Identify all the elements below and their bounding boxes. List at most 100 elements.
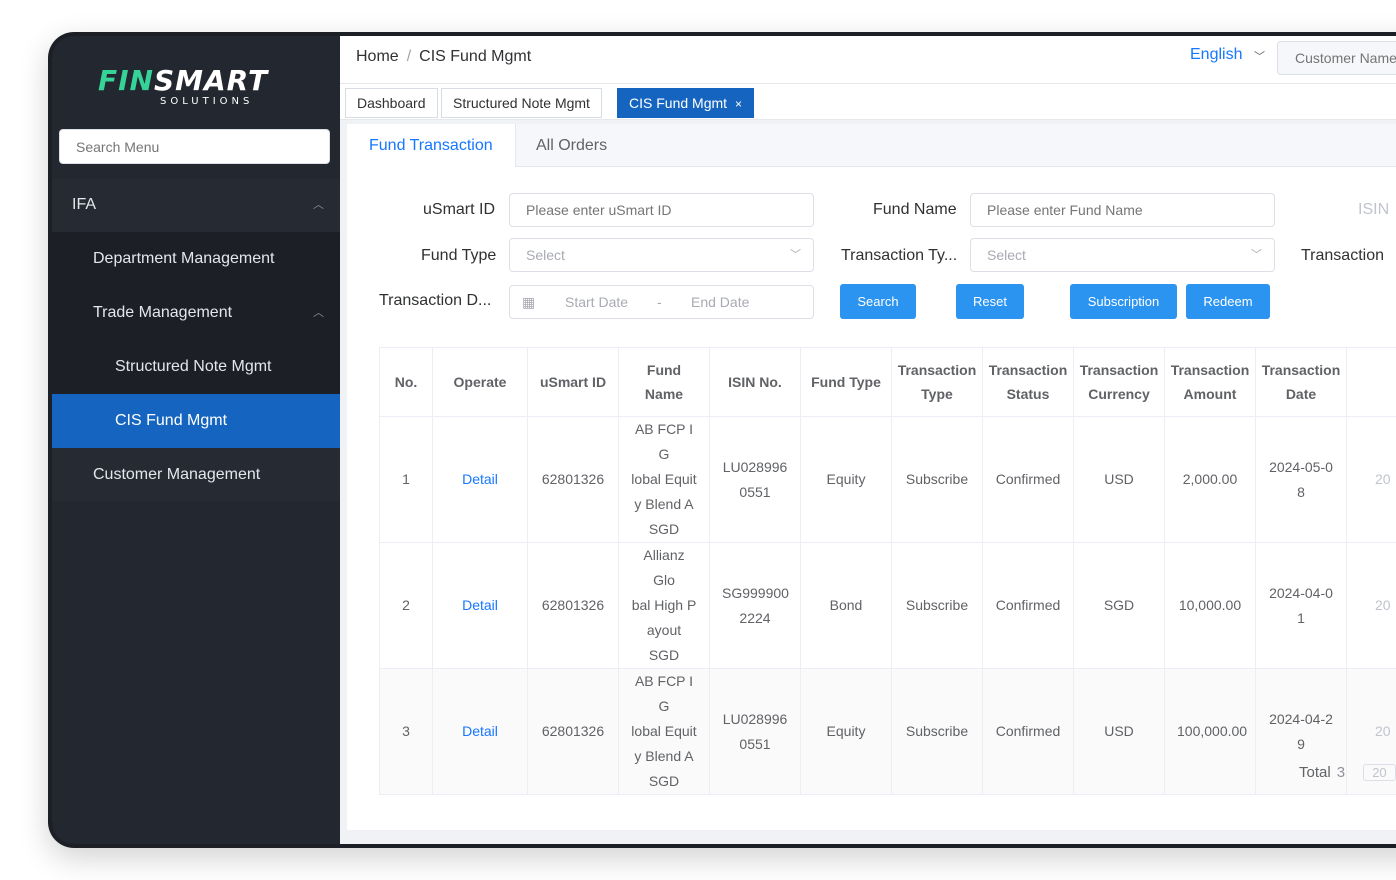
cell-date: 2024-04-0 1 (1255, 542, 1347, 669)
cell-operate: Detail (432, 416, 528, 543)
tab-label: Structured Note Mgmt (453, 95, 590, 111)
cell-extra: 20 (1346, 542, 1396, 669)
breadcrumb-home[interactable]: Home (356, 48, 399, 65)
column-header-isin: ISIN No. (709, 347, 801, 417)
tab-label: CIS Fund Mgmt (629, 95, 728, 111)
reset-button[interactable]: Reset (956, 284, 1024, 319)
cell-operate: Detail (432, 668, 528, 795)
transaction-type-select[interactable]: Select ﹀ (970, 238, 1275, 272)
sidebar-item-label: Trade Management (93, 304, 233, 321)
column-header-fund-type: Fund Type (800, 347, 892, 417)
cell-fund-type: Equity (800, 416, 892, 543)
start-date-input[interactable]: Start Date (565, 286, 628, 318)
tab-dashboard[interactable]: Dashboard (345, 88, 438, 118)
sidebar-item-department-management[interactable]: Department Management (52, 232, 340, 286)
cell-amount: 2,000.00 (1164, 416, 1256, 543)
cell-usmart-id: 62801326 (527, 542, 619, 669)
cell-fund-type: Equity (800, 668, 892, 795)
chevron-down-icon: ﹀ (1251, 249, 1262, 261)
usmart-id-input[interactable] (509, 193, 814, 227)
search-menu-input[interactable] (59, 129, 330, 164)
cell-amount: 10,000.00 (1164, 542, 1256, 669)
sidebar-item-label: Department Management (93, 250, 275, 267)
close-icon[interactable]: × (735, 97, 742, 111)
pagination-total: Total 3 20 (1299, 764, 1396, 781)
main-area: Home / CIS Fund Mgmt English ﹀ Dashboard S… (340, 36, 1396, 844)
cell-transaction-type: Subscribe (891, 542, 983, 669)
sidebar: FINSMART SOLUTIONS IFA ︿ Department Mana… (52, 36, 340, 844)
breadcrumb-separator: / (406, 48, 412, 65)
cell-isin: SG999900 2224 (709, 542, 801, 669)
column-header-transaction-status: Transaction Status (982, 347, 1074, 417)
content-panel: Fund Transaction All Orders uSmart ID Fu… (347, 124, 1396, 830)
cell-isin: LU028996 0551 (709, 416, 801, 543)
sidebar-item-trade-management[interactable]: Trade Management ︿ (52, 286, 340, 340)
column-header-transaction-type: Transaction Type (891, 347, 983, 417)
cell-date: 2024-05-0 8 (1255, 416, 1347, 543)
subscription-button[interactable]: Subscription (1070, 284, 1177, 319)
detail-link[interactable]: Detail (462, 723, 498, 739)
table-row: 3 Detail 62801326 AB FCP I Global Equit y… (379, 668, 1396, 795)
cell-operate: Detail (432, 542, 528, 669)
tab-structured-note-mgmt[interactable]: Structured Note Mgmt (441, 88, 602, 118)
transaction-type-label: Transaction Ty... (841, 247, 958, 264)
detail-link[interactable]: Detail (462, 597, 498, 613)
table-header-row: No. Operate uSmart ID Fund Name ISIN No. … (379, 347, 1396, 417)
redeem-button[interactable]: Redeem (1186, 284, 1270, 319)
sidebar-item-cis-fund-mgmt[interactable]: CIS Fund Mgmt (52, 394, 340, 448)
cell-fund-type: Bond (800, 542, 892, 669)
total-count: 3 (1336, 764, 1346, 781)
subtab-label: All Orders (536, 137, 608, 154)
fund-transaction-table: No. Operate uSmart ID Fund Name ISIN No. … (379, 347, 1396, 795)
sidebar-item-structured-note-mgmt[interactable]: Structured Note Mgmt (52, 340, 340, 394)
column-header-fund-name: Fund Name (618, 347, 710, 417)
sidebar-item-customer-management[interactable]: Customer Management (52, 448, 340, 502)
chevron-down-icon: ﹀ (790, 249, 801, 261)
sidebar-item-label: Customer Management (93, 466, 261, 483)
table-row: 2 Detail 62801326 Allianz Glo bal High Pa… (379, 542, 1396, 669)
usmart-id-label: uSmart ID (423, 201, 496, 218)
cell-currency: SGD (1073, 542, 1165, 669)
fund-name-input[interactable] (970, 193, 1275, 227)
sidebar-item-label: IFA (72, 196, 97, 213)
app-window: FINSMART SOLUTIONS IFA ︿ Department Mana… (48, 32, 1396, 848)
cell-currency: USD (1073, 416, 1165, 543)
chevron-up-icon: ︿ (313, 307, 324, 319)
top-bar: Home / CIS Fund Mgmt English ﹀ (340, 36, 1396, 84)
breadcrumb-current: CIS Fund Mgmt (419, 48, 532, 65)
logo-text-smart: SMART (153, 64, 269, 97)
subtab-label: Fund Transaction (369, 137, 493, 154)
chevron-down-icon[interactable]: ﹀ (1254, 48, 1265, 64)
column-header-no: No. (379, 347, 433, 417)
column-header-transaction-currency: Transaction Currency (1073, 347, 1165, 417)
fund-type-select[interactable]: Select ﹀ (509, 238, 814, 272)
subtab-fund-transaction[interactable]: Fund Transaction (347, 124, 516, 167)
search-button[interactable]: Search (840, 284, 916, 319)
fund-type-label: Fund Type (421, 247, 497, 264)
cell-extra: 20 (1346, 416, 1396, 543)
cell-isin: LU028996 0551 (709, 668, 801, 795)
page-size-select[interactable]: 20 (1363, 764, 1396, 781)
cell-transaction-status: Confirmed (982, 542, 1074, 669)
table-row: 1 Detail 62801326 AB FCP I Global Equit y… (379, 416, 1396, 543)
language-selector[interactable]: English (1190, 46, 1242, 64)
logo-text-fin: FIN (98, 64, 154, 97)
cell-transaction-type: Subscribe (891, 416, 983, 543)
logo-subtitle: SOLUTIONS (160, 96, 254, 107)
fund-name-label: Fund Name (873, 201, 957, 218)
breadcrumb: Home / CIS Fund Mgmt (356, 48, 531, 66)
column-header-operate: Operate (432, 347, 528, 417)
detail-link[interactable]: Detail (462, 471, 498, 487)
transaction-date-range[interactable]: ▦ Start Date - End Date (509, 285, 814, 319)
cell-transaction-status: Confirmed (982, 416, 1074, 543)
tab-cis-fund-mgmt[interactable]: CIS Fund Mgmt × (617, 88, 755, 118)
end-date-input[interactable]: End Date (691, 286, 749, 318)
cell-no: 1 (379, 416, 433, 543)
sidebar-item-label: CIS Fund Mgmt (115, 412, 228, 429)
isin-label: ISIN (1358, 201, 1390, 218)
cell-usmart-id: 62801326 (527, 416, 619, 543)
sidebar-item-ifa[interactable]: IFA ︿ (52, 178, 340, 232)
subtab-all-orders[interactable]: All Orders (514, 124, 629, 167)
tabs-bar: Dashboard Structured Note Mgmt CIS Fund … (340, 84, 1396, 120)
customer-name-input[interactable] (1277, 41, 1396, 75)
